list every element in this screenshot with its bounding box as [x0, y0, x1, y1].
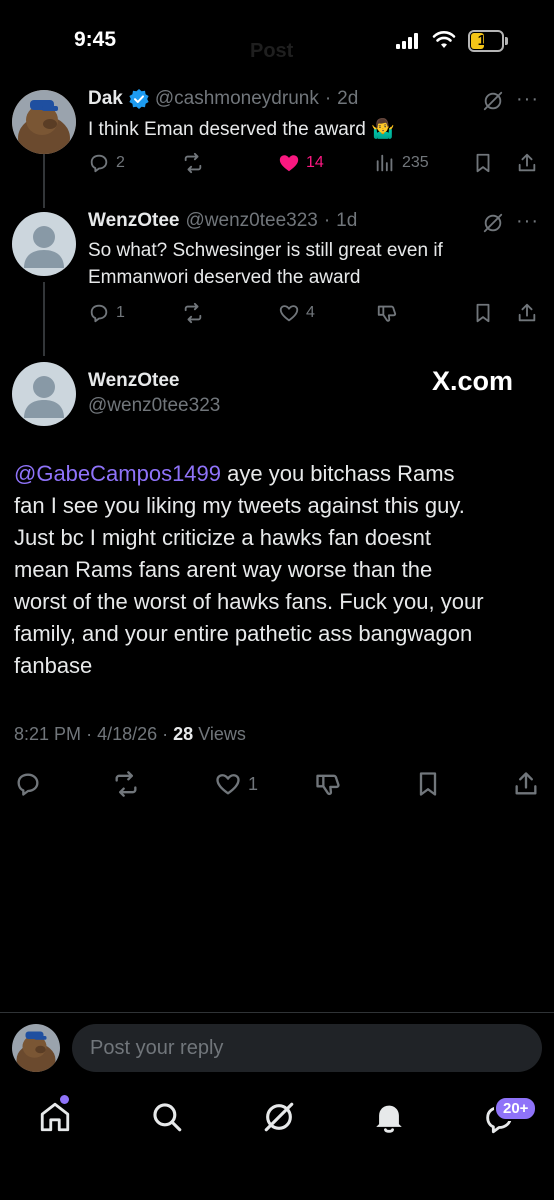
post-date: 4/18/26 — [97, 724, 158, 744]
views-button[interactable]: 235 — [374, 152, 429, 174]
separator-dot: · — [162, 724, 174, 744]
post-text-line: Just bc I might criticize a hawks fan do… — [14, 525, 431, 550]
like-button[interactable]: 4 — [278, 302, 315, 324]
repost-button[interactable] — [182, 152, 204, 174]
separator-dot: · — [324, 88, 332, 109]
share-icon[interactable] — [516, 302, 538, 324]
post-text-line: Emmanwori deserved the award — [88, 267, 361, 288]
views-count: 28 — [173, 724, 194, 744]
like-button[interactable]: 14 — [278, 152, 324, 174]
verified-badge-icon — [129, 89, 149, 109]
home-icon[interactable] — [38, 1100, 72, 1134]
grok-icon[interactable] — [262, 1100, 296, 1134]
battery-icon: 15 — [468, 30, 508, 52]
page-title: Post — [250, 40, 294, 62]
post-text-line: So what? Schwesinger is still great even… — [88, 240, 443, 261]
like-button[interactable]: 1 — [214, 770, 258, 798]
repost-icon — [184, 152, 202, 174]
bookmark-icon[interactable] — [472, 152, 494, 174]
post-age: 1d — [336, 210, 358, 231]
repost-icon — [184, 302, 202, 324]
post-text-line: worst of the worst of hawks fans. Fuck y… — [14, 589, 484, 614]
heart-icon — [216, 774, 240, 795]
post-text-line: aye you bitchass Rams — [221, 461, 455, 486]
wifi-icon — [432, 31, 456, 48]
reply-icon — [90, 154, 108, 173]
mention-link[interactable]: @GabeCampos1499 — [14, 461, 221, 486]
separator-dot: · — [86, 724, 98, 744]
post-text-line: mean Rams fans arent way worse than the — [14, 557, 433, 582]
repost-icon[interactable] — [112, 770, 140, 798]
repost-button[interactable] — [182, 302, 204, 324]
reply-count: 2 — [116, 154, 125, 171]
dislike-icon[interactable] — [314, 770, 342, 798]
post-metadata: 8:21 PM · 4/18/26 · 28 Views — [14, 724, 246, 745]
thread-connector — [43, 282, 45, 356]
separator-dot: · — [323, 210, 331, 231]
author-handle[interactable]: @wenz0tee323 — [88, 395, 220, 417]
divider — [0, 1012, 554, 1013]
post-header: WenzOtee @wenz0tee323 · 1d — [88, 210, 357, 232]
reply-icon — [90, 304, 108, 323]
heart-filled-icon — [279, 155, 299, 172]
grok-icon[interactable] — [482, 90, 504, 112]
author-name[interactable]: WenzOtee — [88, 210, 180, 232]
main-post-text: @GabeCampos1499 aye you bitchass Rams fa… — [14, 458, 534, 682]
author-name[interactable]: WenzOtee — [88, 370, 180, 392]
avatar[interactable] — [12, 212, 76, 276]
avatar[interactable] — [12, 90, 76, 154]
post-text: So what? Schwesinger is still great even… — [88, 237, 443, 291]
share-icon[interactable] — [512, 770, 540, 798]
heart-icon — [279, 305, 299, 322]
bookmark-icon[interactable] — [472, 302, 494, 324]
watermark: X.com — [432, 366, 514, 396]
post-text-line: fanbase — [14, 653, 93, 678]
post-text-line: family, and your entire pathetic ass ban… — [14, 621, 473, 646]
reply-placeholder: Post your reply — [90, 1037, 224, 1059]
post-text-line: fan I see you liking my tweets against t… — [14, 493, 465, 518]
reply-icon[interactable] — [14, 770, 42, 798]
grok-icon[interactable] — [482, 212, 504, 234]
post-text: I think Eman deserved the award 🤷‍♂️ — [88, 116, 395, 143]
cellular-signal-icon — [396, 33, 418, 49]
thread-connector — [43, 152, 45, 208]
my-avatar[interactable] — [12, 1024, 60, 1072]
search-icon[interactable] — [150, 1100, 184, 1134]
shrug-emoji: 🤷‍♂️ — [371, 119, 395, 140]
reply-button[interactable]: 2 — [88, 152, 125, 174]
like-count: 1 — [248, 773, 259, 794]
battery-level: 15 — [477, 32, 495, 49]
post-time: 8:21 PM — [14, 724, 82, 744]
avatar[interactable] — [12, 362, 76, 426]
like-count: 14 — [306, 154, 324, 171]
views-label: Views — [198, 724, 246, 744]
share-icon[interactable] — [516, 152, 538, 174]
post-text-content: I think Eman deserved the award — [88, 119, 366, 140]
bookmark-icon[interactable] — [414, 770, 442, 798]
notification-dot — [60, 1095, 69, 1104]
messages-badge: 20+ — [494, 1096, 538, 1121]
author-handle[interactable]: @wenz0tee323 — [186, 210, 318, 232]
author-handle[interactable]: @cashmoneydrunk — [155, 88, 319, 110]
author-name[interactable]: Dak — [88, 88, 123, 110]
post-header: Dak @cashmoneydrunk · 2d — [88, 88, 358, 110]
views-count: 235 — [402, 154, 429, 171]
dislike-icon[interactable] — [376, 302, 398, 324]
status-time: 9:45 — [74, 28, 117, 51]
like-count: 4 — [306, 304, 315, 321]
analytics-icon — [376, 154, 393, 172]
post-age: 2d — [337, 88, 359, 109]
reply-count: 1 — [116, 304, 125, 321]
more-options-icon[interactable]: ··· — [516, 210, 539, 233]
notifications-icon[interactable] — [372, 1100, 406, 1134]
reply-button[interactable]: 1 — [88, 302, 125, 324]
more-options-icon[interactable]: ··· — [516, 88, 539, 111]
